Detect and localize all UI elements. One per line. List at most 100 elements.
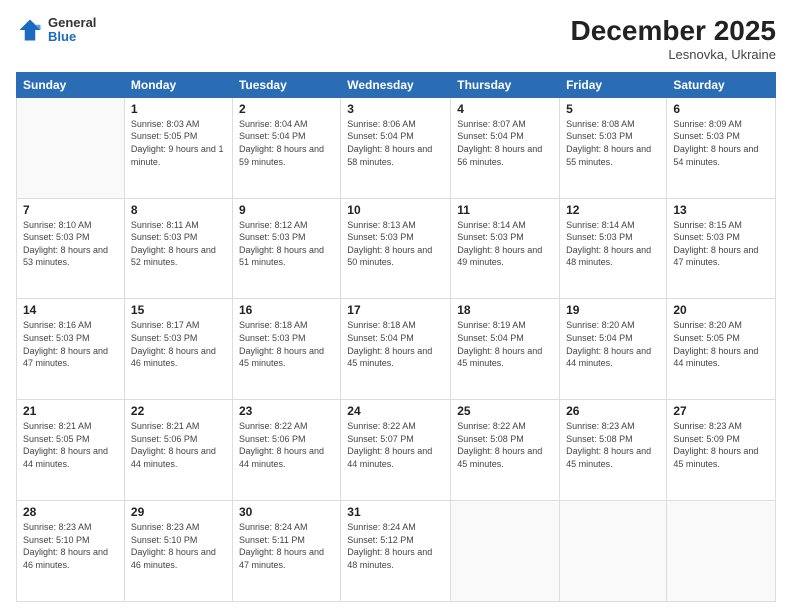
- day-number: 18: [457, 303, 553, 317]
- day-number: 21: [23, 404, 118, 418]
- day-number: 8: [131, 203, 226, 217]
- weekday-header: Thursday: [451, 72, 560, 97]
- day-number: 24: [347, 404, 444, 418]
- calendar-cell: 16 Sunrise: 8:18 AMSunset: 5:03 PMDaylig…: [232, 299, 340, 400]
- calendar-cell: 17 Sunrise: 8:18 AMSunset: 5:04 PMDaylig…: [341, 299, 451, 400]
- weekday-header: Tuesday: [232, 72, 340, 97]
- day-detail: Sunrise: 8:24 AMSunset: 5:12 PMDaylight:…: [347, 522, 432, 570]
- day-detail: Sunrise: 8:23 AMSunset: 5:10 PMDaylight:…: [23, 522, 108, 570]
- day-number: 22: [131, 404, 226, 418]
- weekday-header: Friday: [560, 72, 667, 97]
- calendar-cell: 15 Sunrise: 8:17 AMSunset: 5:03 PMDaylig…: [124, 299, 232, 400]
- day-number: 10: [347, 203, 444, 217]
- calendar-cell: 3 Sunrise: 8:06 AMSunset: 5:04 PMDayligh…: [341, 97, 451, 198]
- day-number: 28: [23, 505, 118, 519]
- calendar-header-row: SundayMondayTuesdayWednesdayThursdayFrid…: [17, 72, 776, 97]
- logo-general: General: [48, 16, 96, 30]
- calendar-cell: 19 Sunrise: 8:20 AMSunset: 5:04 PMDaylig…: [560, 299, 667, 400]
- logo: General Blue: [16, 16, 96, 45]
- day-detail: Sunrise: 8:22 AMSunset: 5:06 PMDaylight:…: [239, 421, 324, 469]
- calendar-cell: [451, 501, 560, 602]
- day-number: 20: [673, 303, 769, 317]
- day-number: 7: [23, 203, 118, 217]
- day-number: 9: [239, 203, 334, 217]
- day-detail: Sunrise: 8:22 AMSunset: 5:08 PMDaylight:…: [457, 421, 542, 469]
- day-number: 13: [673, 203, 769, 217]
- day-detail: Sunrise: 8:06 AMSunset: 5:04 PMDaylight:…: [347, 119, 432, 167]
- calendar-cell: [560, 501, 667, 602]
- day-detail: Sunrise: 8:21 AMSunset: 5:05 PMDaylight:…: [23, 421, 108, 469]
- day-number: 3: [347, 102, 444, 116]
- day-detail: Sunrise: 8:11 AMSunset: 5:03 PMDaylight:…: [131, 220, 216, 268]
- day-number: 29: [131, 505, 226, 519]
- calendar-cell: 7 Sunrise: 8:10 AMSunset: 5:03 PMDayligh…: [17, 198, 125, 299]
- day-number: 15: [131, 303, 226, 317]
- calendar-cell: 23 Sunrise: 8:22 AMSunset: 5:06 PMDaylig…: [232, 400, 340, 501]
- calendar-cell: 20 Sunrise: 8:20 AMSunset: 5:05 PMDaylig…: [667, 299, 776, 400]
- location-subtitle: Lesnovka, Ukraine: [571, 47, 776, 62]
- day-detail: Sunrise: 8:03 AMSunset: 5:05 PMDaylight:…: [131, 119, 224, 167]
- day-detail: Sunrise: 8:18 AMSunset: 5:03 PMDaylight:…: [239, 320, 324, 368]
- calendar-cell: 6 Sunrise: 8:09 AMSunset: 5:03 PMDayligh…: [667, 97, 776, 198]
- calendar-cell: 22 Sunrise: 8:21 AMSunset: 5:06 PMDaylig…: [124, 400, 232, 501]
- page-header: General Blue December 2025 Lesnovka, Ukr…: [16, 16, 776, 62]
- calendar-cell: 13 Sunrise: 8:15 AMSunset: 5:03 PMDaylig…: [667, 198, 776, 299]
- calendar-cell: 14 Sunrise: 8:16 AMSunset: 5:03 PMDaylig…: [17, 299, 125, 400]
- day-number: 19: [566, 303, 660, 317]
- day-number: 12: [566, 203, 660, 217]
- weekday-header: Saturday: [667, 72, 776, 97]
- day-detail: Sunrise: 8:13 AMSunset: 5:03 PMDaylight:…: [347, 220, 432, 268]
- day-number: 11: [457, 203, 553, 217]
- logo-text: General Blue: [48, 16, 96, 45]
- calendar-table: SundayMondayTuesdayWednesdayThursdayFrid…: [16, 72, 776, 602]
- day-number: 26: [566, 404, 660, 418]
- day-detail: Sunrise: 8:18 AMSunset: 5:04 PMDaylight:…: [347, 320, 432, 368]
- day-detail: Sunrise: 8:14 AMSunset: 5:03 PMDaylight:…: [566, 220, 651, 268]
- day-number: 4: [457, 102, 553, 116]
- day-detail: Sunrise: 8:17 AMSunset: 5:03 PMDaylight:…: [131, 320, 216, 368]
- page-container: General Blue December 2025 Lesnovka, Ukr…: [0, 0, 792, 612]
- calendar-cell: 11 Sunrise: 8:14 AMSunset: 5:03 PMDaylig…: [451, 198, 560, 299]
- calendar-cell: 5 Sunrise: 8:08 AMSunset: 5:03 PMDayligh…: [560, 97, 667, 198]
- calendar-cell: [17, 97, 125, 198]
- logo-blue: Blue: [48, 30, 96, 44]
- calendar-cell: [667, 501, 776, 602]
- day-detail: Sunrise: 8:23 AMSunset: 5:10 PMDaylight:…: [131, 522, 216, 570]
- day-number: 1: [131, 102, 226, 116]
- day-number: 30: [239, 505, 334, 519]
- day-detail: Sunrise: 8:16 AMSunset: 5:03 PMDaylight:…: [23, 320, 108, 368]
- calendar-cell: 8 Sunrise: 8:11 AMSunset: 5:03 PMDayligh…: [124, 198, 232, 299]
- day-number: 2: [239, 102, 334, 116]
- weekday-header: Monday: [124, 72, 232, 97]
- calendar-week-row: 7 Sunrise: 8:10 AMSunset: 5:03 PMDayligh…: [17, 198, 776, 299]
- day-detail: Sunrise: 8:04 AMSunset: 5:04 PMDaylight:…: [239, 119, 324, 167]
- calendar-cell: 12 Sunrise: 8:14 AMSunset: 5:03 PMDaylig…: [560, 198, 667, 299]
- calendar-cell: 31 Sunrise: 8:24 AMSunset: 5:12 PMDaylig…: [341, 501, 451, 602]
- day-number: 27: [673, 404, 769, 418]
- day-number: 23: [239, 404, 334, 418]
- day-number: 14: [23, 303, 118, 317]
- day-number: 25: [457, 404, 553, 418]
- month-title: December 2025: [571, 16, 776, 47]
- calendar-week-row: 14 Sunrise: 8:16 AMSunset: 5:03 PMDaylig…: [17, 299, 776, 400]
- calendar-cell: 30 Sunrise: 8:24 AMSunset: 5:11 PMDaylig…: [232, 501, 340, 602]
- day-detail: Sunrise: 8:19 AMSunset: 5:04 PMDaylight:…: [457, 320, 542, 368]
- calendar-week-row: 21 Sunrise: 8:21 AMSunset: 5:05 PMDaylig…: [17, 400, 776, 501]
- day-number: 16: [239, 303, 334, 317]
- calendar-week-row: 1 Sunrise: 8:03 AMSunset: 5:05 PMDayligh…: [17, 97, 776, 198]
- day-number: 17: [347, 303, 444, 317]
- calendar-week-row: 28 Sunrise: 8:23 AMSunset: 5:10 PMDaylig…: [17, 501, 776, 602]
- day-detail: Sunrise: 8:22 AMSunset: 5:07 PMDaylight:…: [347, 421, 432, 469]
- weekday-header: Wednesday: [341, 72, 451, 97]
- day-detail: Sunrise: 8:09 AMSunset: 5:03 PMDaylight:…: [673, 119, 758, 167]
- day-detail: Sunrise: 8:15 AMSunset: 5:03 PMDaylight:…: [673, 220, 758, 268]
- calendar-cell: 24 Sunrise: 8:22 AMSunset: 5:07 PMDaylig…: [341, 400, 451, 501]
- day-detail: Sunrise: 8:20 AMSunset: 5:05 PMDaylight:…: [673, 320, 758, 368]
- calendar-cell: 9 Sunrise: 8:12 AMSunset: 5:03 PMDayligh…: [232, 198, 340, 299]
- day-number: 31: [347, 505, 444, 519]
- weekday-header: Sunday: [17, 72, 125, 97]
- day-detail: Sunrise: 8:14 AMSunset: 5:03 PMDaylight:…: [457, 220, 542, 268]
- logo-icon: [16, 16, 44, 44]
- day-detail: Sunrise: 8:23 AMSunset: 5:08 PMDaylight:…: [566, 421, 651, 469]
- title-block: December 2025 Lesnovka, Ukraine: [571, 16, 776, 62]
